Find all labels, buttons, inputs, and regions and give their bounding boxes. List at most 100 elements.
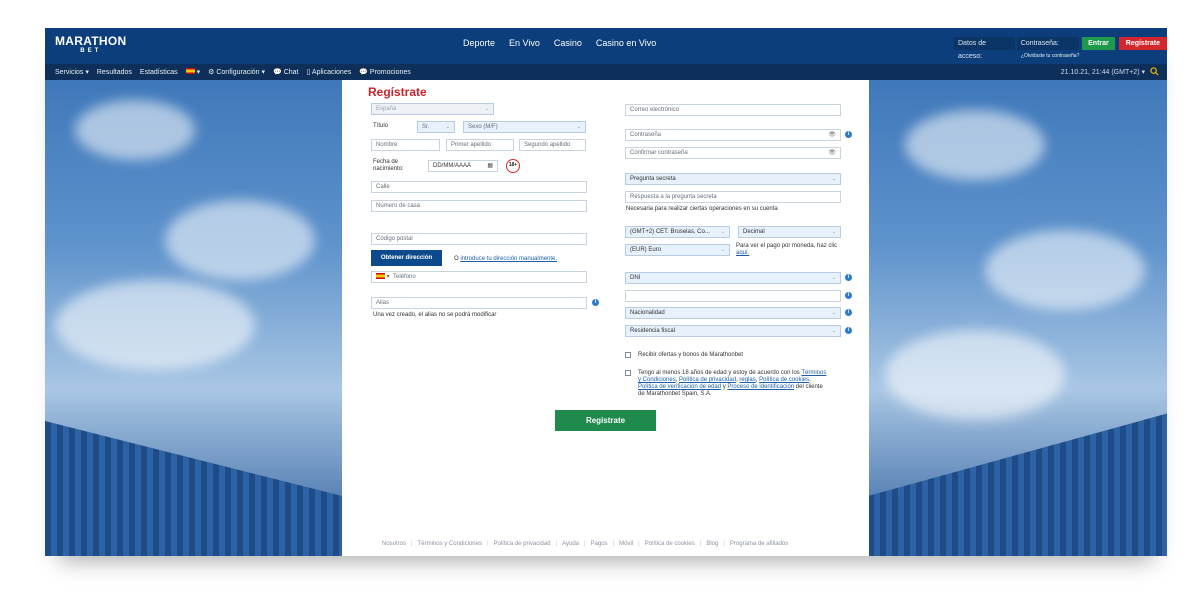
cloud bbox=[55, 280, 255, 370]
id-type-select[interactable]: DNI ⌄ bbox=[625, 272, 841, 284]
cloud bbox=[985, 230, 1145, 310]
first-name-input[interactable]: Nombre bbox=[371, 139, 440, 151]
password-info-icon[interactable]: i bbox=[845, 131, 852, 138]
password-input[interactable]: Contraseña 👁 bbox=[625, 129, 841, 141]
subnav-config[interactable]: ⚙ Configuración ▾ bbox=[208, 68, 265, 76]
email-input[interactable]: Correo electrónico bbox=[625, 104, 841, 116]
alias-note: Una vez creado, el alias no se podrá mod… bbox=[373, 312, 497, 318]
footer-link[interactable]: Blog bbox=[706, 541, 718, 547]
or-text: O introduce tu dirección manualmente. bbox=[454, 256, 558, 262]
last-name-2-input[interactable]: Segundo apellido bbox=[519, 139, 586, 151]
subnav-stats[interactable]: Estadísticas bbox=[140, 69, 178, 76]
stadium-stand-left bbox=[45, 421, 342, 556]
marathonbet-logo[interactable]: MARATHON BET bbox=[55, 34, 127, 55]
form-title: Regístrate bbox=[368, 85, 427, 99]
postal-code-input[interactable]: Código postal bbox=[371, 233, 587, 245]
privacy-link[interactable]: Política de privacidad bbox=[679, 377, 736, 383]
footer-link[interactable]: Política de cookies bbox=[645, 541, 695, 547]
odds-format-select[interactable]: Decimal ⌄ bbox=[738, 226, 841, 238]
country-select[interactable]: España ⌄ bbox=[371, 103, 494, 115]
footer-link[interactable]: Pagos bbox=[591, 541, 608, 547]
logo-subtext: BET bbox=[80, 48, 102, 54]
cookies-link[interactable]: Política de cookies bbox=[759, 377, 809, 383]
cloud bbox=[75, 100, 195, 160]
alias-info-icon[interactable]: i bbox=[592, 299, 599, 306]
mobile-icon: ▯ bbox=[306, 69, 311, 76]
alias-input[interactable]: Alias bbox=[371, 297, 587, 309]
chat-icon: 💬 bbox=[273, 69, 282, 76]
footer-link[interactable]: Política de privacidad bbox=[494, 541, 551, 547]
forgot-password-link[interactable]: ¿Olvidaste tu contraseña? bbox=[1021, 53, 1079, 59]
search-icon[interactable] bbox=[1150, 67, 1159, 76]
house-number-input[interactable]: Número de casa bbox=[371, 200, 587, 212]
top-header: MARATHON BET Deporte En Vivo Casino Casi… bbox=[45, 28, 1167, 64]
get-address-button[interactable]: Obtener dirección bbox=[371, 250, 442, 266]
offers-checkbox[interactable] bbox=[625, 352, 631, 358]
register-submit-button[interactable]: Regístrate bbox=[555, 410, 656, 431]
currency-link[interactable]: aquí. bbox=[736, 250, 749, 256]
nav-en-vivo[interactable]: En Vivo bbox=[509, 38, 540, 48]
id-number-input[interactable] bbox=[625, 290, 841, 302]
confirm-password-input[interactable]: Confirmar contraseña 👁 bbox=[625, 147, 841, 159]
rules-link[interactable]: reglas bbox=[739, 377, 755, 383]
spain-flag-icon[interactable] bbox=[376, 273, 385, 280]
subnav-apps[interactable]: ▯ Aplicaciones bbox=[307, 68, 352, 76]
id-number-info-icon[interactable]: i bbox=[845, 292, 852, 299]
nav-deporte[interactable]: Deporte bbox=[463, 38, 495, 48]
nav-casino[interactable]: Casino bbox=[554, 38, 582, 48]
dob-label: Fecha de nacimiento: bbox=[373, 159, 404, 172]
manual-address-link[interactable]: introduce tu dirección manualmente. bbox=[460, 256, 557, 262]
tax-residence-info-icon[interactable]: i bbox=[845, 327, 852, 334]
enter-button[interactable]: Entrar bbox=[1082, 37, 1115, 50]
footer-link[interactable]: Términos y Condiciones bbox=[418, 541, 482, 547]
subnav-results[interactable]: Resultados bbox=[97, 69, 132, 76]
login-username-field[interactable]: Datos de acceso: bbox=[954, 37, 1015, 60]
age-verification-link[interactable]: Política de verificación de edad bbox=[638, 384, 721, 390]
sex-select[interactable]: Sexo (M/F) ⌄ bbox=[463, 121, 586, 133]
nationality-select[interactable]: Nacionalidad ⌄ bbox=[625, 307, 841, 319]
subnav-chat[interactable]: 💬 Chat bbox=[273, 68, 298, 76]
register-header-button[interactable]: Regístrate bbox=[1118, 37, 1167, 50]
terms-checkbox[interactable] bbox=[625, 370, 631, 376]
stadium-stand-right bbox=[868, 413, 1167, 556]
sub-nav-bar: Servicios ▾ Resultados Estadísticas ▾ ⚙ … bbox=[45, 64, 1167, 80]
id-type-info-icon[interactable]: i bbox=[845, 274, 852, 281]
street-input[interactable]: Calle bbox=[371, 181, 587, 193]
cloud bbox=[885, 330, 1065, 420]
tax-residence-select[interactable]: Residencia fiscal ⌄ bbox=[625, 325, 841, 337]
timezone-select[interactable]: (GMT+2) CET. Bruselas, Co... ⌄ bbox=[625, 226, 730, 238]
promo-icon: 💬 bbox=[359, 69, 368, 76]
title-select[interactable]: Sr. ⌄ bbox=[417, 121, 455, 133]
cloud bbox=[905, 110, 1045, 180]
terms-text: Tengo al menos 18 años de edad y estoy d… bbox=[638, 370, 827, 397]
sub-nav: Servicios ▾ Resultados Estadísticas ▾ ⚙ … bbox=[55, 64, 411, 80]
last-name-1-input[interactable]: Primer apellido bbox=[446, 139, 514, 151]
language-selector[interactable]: ▾ bbox=[185, 68, 200, 76]
currency-select[interactable]: (EUR) Euro ⌄ bbox=[625, 244, 730, 256]
logo-text: MARATHON bbox=[55, 34, 127, 48]
eye-icon[interactable]: 👁 bbox=[828, 130, 836, 140]
subnav-promos[interactable]: 💬 Promociones bbox=[359, 68, 411, 76]
secret-note: Necesaria para realizar ciertas operacio… bbox=[626, 206, 778, 212]
clock-display[interactable]: 21.10.21, 21:44 (GMT+2) ▾ bbox=[1061, 68, 1145, 76]
spain-flag-icon bbox=[185, 68, 195, 74]
id-process-link[interactable]: Proceso de identificación bbox=[727, 384, 794, 390]
footer-links: Nosotros | Términos y Condiciones | Políti… bbox=[382, 541, 789, 547]
login-password-field[interactable]: Contraseña: bbox=[1016, 37, 1080, 50]
nav-casino-en-vivo[interactable]: Casino en Vivo bbox=[596, 38, 656, 48]
title-label: Título bbox=[373, 123, 389, 129]
login-bar: Datos de acceso: Contraseña: Entrar Regí… bbox=[954, 37, 1167, 60]
eye-icon[interactable]: 👁 bbox=[828, 148, 836, 158]
nationality-info-icon[interactable]: i bbox=[845, 309, 852, 316]
footer-link[interactable]: Programa de afiliados bbox=[730, 541, 788, 547]
secret-question-select[interactable]: Pregunta secreta ⌄ bbox=[625, 173, 841, 185]
dob-input[interactable]: DD/MM/AAAA ▦ bbox=[428, 160, 498, 172]
secret-answer-input[interactable]: Respuesta a la pregunta secreta bbox=[625, 191, 841, 203]
footer-link[interactable]: Móvil bbox=[619, 541, 633, 547]
gear-icon: ⚙ bbox=[208, 69, 215, 76]
calendar-icon: ▦ bbox=[487, 163, 493, 169]
footer-link[interactable]: Ayuda bbox=[562, 541, 579, 547]
phone-input[interactable]: ▾ Teléfono bbox=[371, 271, 587, 283]
footer-link[interactable]: Nosotros bbox=[382, 541, 406, 547]
subnav-services[interactable]: Servicios ▾ bbox=[55, 68, 89, 76]
